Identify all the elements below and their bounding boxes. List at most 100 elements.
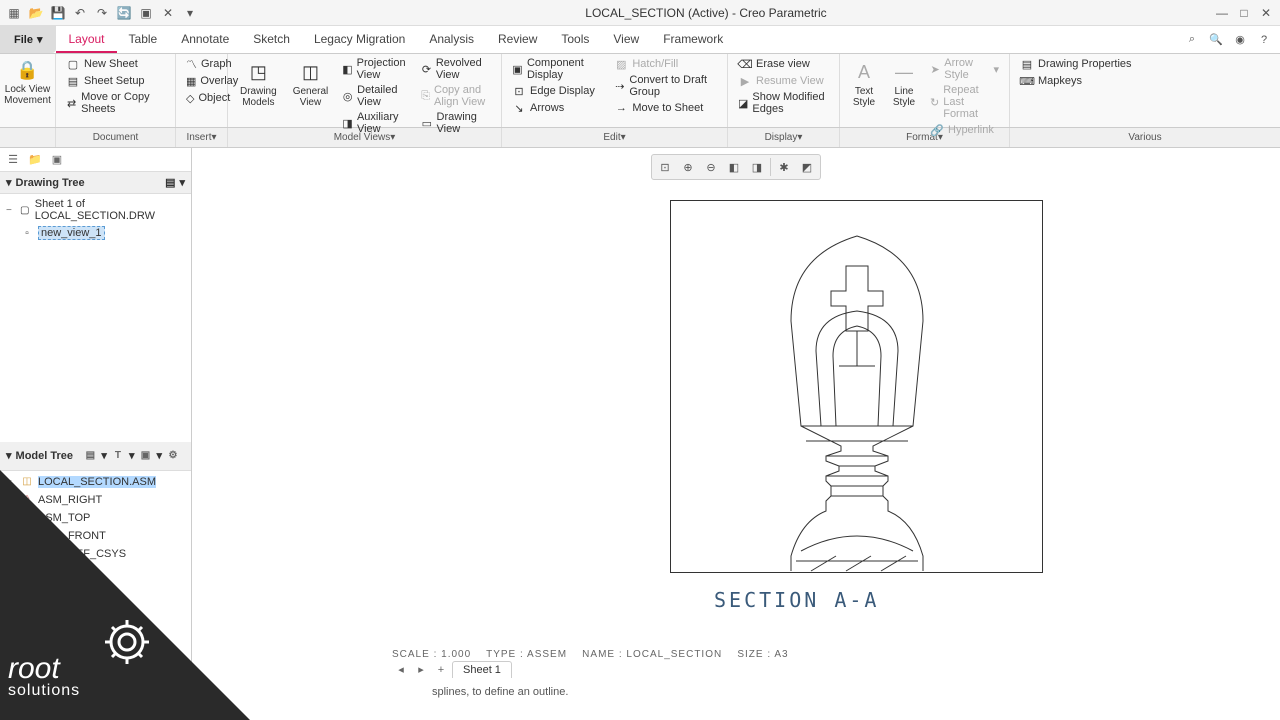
arrows-button[interactable]: ↘Arrows — [508, 100, 606, 116]
sheet-tab-1[interactable]: Sheet 1 — [452, 661, 512, 678]
zoom-fit-icon[interactable]: ⊡ — [655, 158, 675, 176]
search-commands-icon[interactable]: ⌕ — [1184, 32, 1200, 48]
repaint-icon[interactable]: ◧ — [724, 158, 744, 176]
learn-icon[interactable]: ◉ — [1232, 32, 1248, 48]
sheet-icon: ▢ — [66, 57, 80, 71]
object-icon: ◇ — [186, 91, 194, 105]
save-icon[interactable]: 💾 — [50, 5, 66, 21]
mt-icon3[interactable]: ▣ — [137, 448, 153, 464]
minimize-icon[interactable]: — — [1214, 5, 1230, 21]
title-bar: ▦ 📂 💾 ↶ ↷ 🔄 ▣ ✕ ▾ LOCAL_SECTION (Active)… — [0, 0, 1280, 26]
move-copy-sheets-button[interactable]: ⇄Move or Copy Sheets — [62, 90, 169, 116]
sheet-nav-next[interactable]: ▸ — [412, 662, 430, 678]
lock-icon: 🔒 — [16, 58, 40, 82]
sheet-nav-prev[interactable]: ◂ — [392, 662, 410, 678]
mt-icon4[interactable]: ⚙ — [165, 448, 181, 464]
mt-icon1[interactable]: ▤ — [82, 448, 98, 464]
drawing-tree-view[interactable]: ▫new_view_1 — [0, 224, 191, 242]
model-tree-root[interactable]: −◫LOCAL_SECTION.ASM — [0, 473, 191, 491]
mt-icon2[interactable]: T — [110, 448, 126, 464]
show-modified-button[interactable]: ◪Show Modified Edges — [734, 90, 833, 116]
erase-view-button[interactable]: ⌫Erase view — [734, 56, 833, 72]
model-tree-item[interactable]: ◊ASM_TOP — [0, 509, 191, 527]
lock-view-movement-button[interactable]: 🔒 Lock View Movement — [6, 56, 49, 108]
general-view-button[interactable]: ◫General View — [287, 56, 335, 112]
detailed-icon: ◎ — [342, 89, 353, 103]
mapkeys-button[interactable]: ⌨Mapkeys — [1016, 73, 1274, 89]
folder-icon[interactable]: 📁 — [26, 151, 44, 169]
datum-plane-icon: ◊ — [20, 529, 34, 543]
edge-icon: ⊡ — [512, 84, 526, 98]
undo-icon[interactable]: ↶ — [72, 5, 88, 21]
modified-icon: ◪ — [738, 96, 748, 110]
object-button[interactable]: ◇Object — [182, 90, 221, 106]
drawing-canvas[interactable]: ⊡ ⊕ ⊖ ◧ ◨ ✱ ◩ — [192, 148, 1280, 718]
line-style-icon: — — [892, 60, 916, 84]
copy-align-view-button: ⎘Copy and Align View — [417, 83, 495, 109]
new-sheet-button[interactable]: ▢New Sheet — [62, 56, 169, 72]
filter-icon[interactable]: ▣ — [48, 151, 66, 169]
model-tree-item[interactable]: ◊ASM_DEF_CSYS — [0, 545, 191, 563]
expand-icon[interactable]: ▾ — [182, 5, 198, 21]
move-to-sheet-button[interactable]: →Move to Sheet — [610, 100, 721, 116]
drawing-models-button[interactable]: ◳Drawing Models — [234, 56, 283, 112]
drawing-properties-button[interactable]: ▤Drawing Properties — [1016, 56, 1274, 72]
component-display-button[interactable]: ▣Component Display — [508, 56, 606, 82]
model-tree-item[interactable]: ◊KING.PRT — [0, 563, 191, 581]
menu-sketch[interactable]: Sketch — [241, 26, 302, 53]
menu-framework[interactable]: Framework — [651, 26, 735, 53]
graph-button[interactable]: 〽Graph — [182, 56, 221, 72]
hatch-fill-button: ▨Hatch/Fill — [610, 56, 721, 72]
drawing-view-button[interactable]: ▭Drawing View — [417, 110, 495, 136]
revolved-view-button[interactable]: ⟳Revolved View — [417, 56, 495, 82]
menu-analysis[interactable]: Analysis — [417, 26, 486, 53]
model-tree-item[interactable]: ◊ASM_RIGHT — [0, 491, 191, 509]
auxiliary-view-button[interactable]: ◨Auxiliary View — [338, 110, 413, 136]
sheet-add[interactable]: + — [432, 662, 450, 678]
zoom-in-icon[interactable]: ⊕ — [678, 158, 698, 176]
menu-annotate[interactable]: Annotate — [169, 26, 241, 53]
display-style-icon[interactable]: ◨ — [747, 158, 767, 176]
sheet-setup-button[interactable]: ▤Sheet Setup — [62, 73, 169, 89]
menu-layout[interactable]: Layout — [56, 26, 116, 53]
redo-icon[interactable]: ↷ — [94, 5, 110, 21]
general-view-icon: ◫ — [298, 60, 322, 84]
menu-table[interactable]: Table — [117, 26, 170, 53]
auxiliary-icon: ◨ — [342, 116, 353, 130]
tree-menu-icon[interactable]: ▾ — [179, 176, 185, 189]
datum-plane-icon: ◊ — [20, 511, 34, 525]
close-icon[interactable]: ✕ — [160, 5, 176, 21]
help-icon[interactable]: ? — [1256, 32, 1272, 48]
menu-view[interactable]: View — [601, 26, 651, 53]
detailed-view-button[interactable]: ◎Detailed View — [338, 83, 413, 109]
windows-icon[interactable]: ▣ — [138, 5, 154, 21]
datum-icon[interactable]: ✱ — [774, 158, 794, 176]
drawing-tree-sheet[interactable]: −▢Sheet 1 of LOCAL_SECTION.DRW — [0, 196, 191, 224]
model-tree-item[interactable]: ◊ASM_FRONT — [0, 527, 191, 545]
menu-legacy-migration[interactable]: Legacy Migration — [302, 26, 417, 53]
layers-icon[interactable]: ☰ — [4, 151, 22, 169]
regen-icon[interactable]: 🔄 — [116, 5, 132, 21]
maximize-icon[interactable]: □ — [1236, 5, 1252, 21]
overlay-button[interactable]: ▦Overlay — [182, 73, 221, 89]
repeat-icon: ↻ — [930, 95, 939, 109]
section-label[interactable]: SECTION A-A — [714, 588, 879, 612]
drawing-view-frame[interactable] — [670, 200, 1043, 573]
annotation-icon[interactable]: ◩ — [797, 158, 817, 176]
close-window-icon[interactable]: ✕ — [1258, 5, 1274, 21]
model-tree-header: ▾Model Tree ▤▾ T▾ ▣▾ ⚙ — [0, 442, 191, 471]
new-icon[interactable]: ▦ — [6, 5, 22, 21]
menu-review[interactable]: Review — [486, 26, 549, 53]
search-icon[interactable]: 🔍 — [1208, 32, 1224, 48]
zoom-out-icon[interactable]: ⊖ — [701, 158, 721, 176]
arrows-icon: ↘ — [512, 101, 526, 115]
open-icon[interactable]: 📂 — [28, 5, 44, 21]
edge-display-button[interactable]: ⊡Edge Display — [508, 83, 606, 99]
projection-view-button[interactable]: ◧Projection View — [338, 56, 413, 82]
convert-icon: ⇢ — [614, 79, 625, 93]
file-menu[interactable]: File▾ — [0, 26, 56, 53]
window-title: LOCAL_SECTION (Active) - Creo Parametric — [198, 6, 1214, 20]
menu-tools[interactable]: Tools — [549, 26, 601, 53]
tree-opts-icon[interactable]: ▤ — [165, 176, 175, 189]
convert-draft-button[interactable]: ⇢Convert to Draft Group — [610, 73, 721, 99]
